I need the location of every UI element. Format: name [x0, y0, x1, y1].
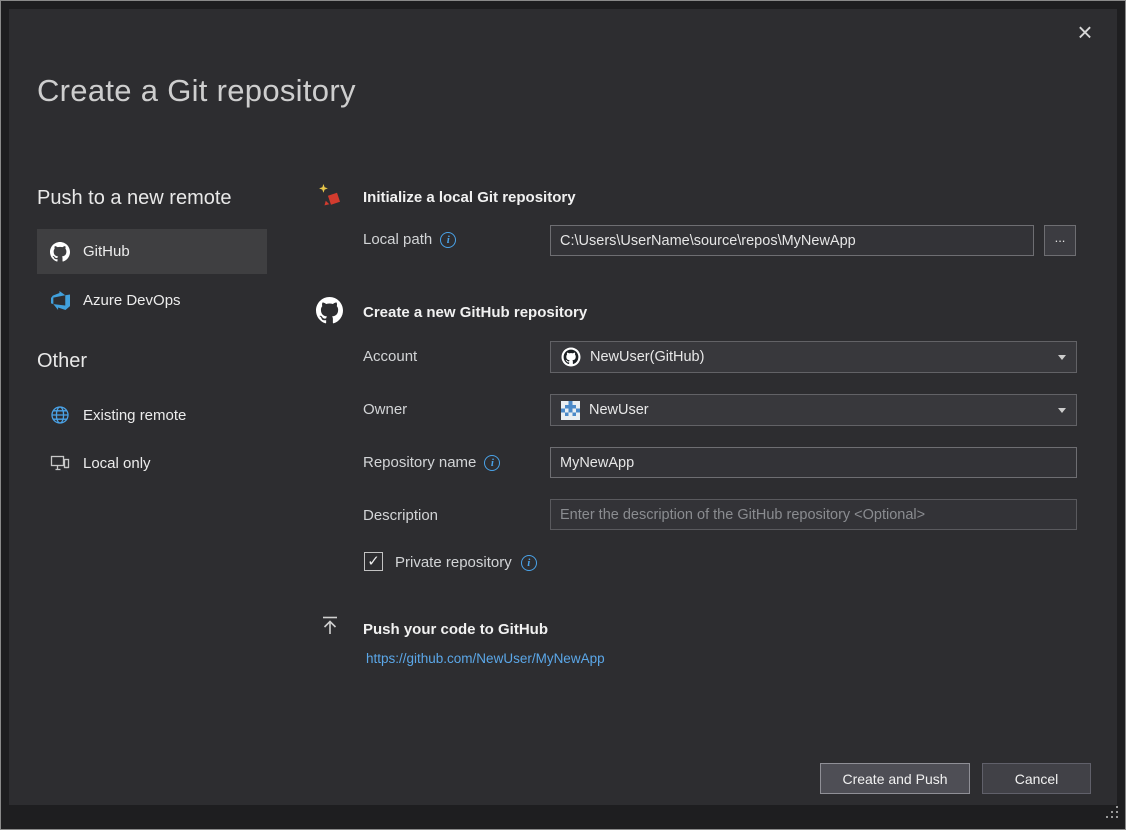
sidebar-item-label: Existing remote	[83, 407, 186, 424]
github-icon	[49, 242, 71, 262]
upload-icon	[319, 614, 341, 636]
local-path-label-text: Local path	[363, 231, 432, 248]
owner-label-text: Owner	[363, 401, 407, 418]
sidebar-item-existing-remote[interactable]: Existing remote	[37, 394, 267, 436]
resize-grip[interactable]	[1105, 805, 1120, 825]
create-and-push-button[interactable]: Create and Push	[820, 763, 970, 794]
init-section-title: Initialize a local Git repository	[363, 189, 576, 206]
private-repository-label: Private repository i	[395, 554, 537, 571]
account-label: Account	[363, 348, 417, 365]
repository-url-link[interactable]: https://github.com/NewUser/MyNewApp	[366, 651, 605, 666]
init-repo-icon	[317, 183, 342, 208]
chevron-down-icon	[1058, 355, 1066, 360]
github-section-title: Create a new GitHub repository	[363, 304, 587, 321]
info-icon-repository-name[interactable]: i	[484, 455, 500, 471]
sidebar-item-label: Local only	[83, 455, 151, 472]
sidebar-item-label: Azure DevOps	[83, 292, 181, 309]
description-input[interactable]	[550, 499, 1077, 530]
computer-icon	[49, 453, 71, 473]
github-avatar-icon	[561, 347, 581, 367]
page-title: Create a Git repository	[37, 73, 356, 109]
info-icon-private-repository[interactable]: i	[521, 555, 537, 571]
sidebar-item-label: GitHub	[83, 243, 130, 260]
private-repository-label-text: Private repository	[395, 554, 512, 571]
private-repository-checkbox[interactable]: ✓	[364, 552, 383, 571]
cancel-button[interactable]: Cancel	[982, 763, 1091, 794]
sidebar-heading-other: Other	[37, 350, 87, 373]
close-button[interactable]: ×	[1067, 15, 1103, 49]
browse-button[interactable]: ...	[1044, 225, 1076, 256]
info-icon-local-path[interactable]: i	[440, 232, 456, 248]
globe-icon	[49, 405, 71, 425]
sidebar-item-github[interactable]: GitHub	[37, 229, 267, 274]
push-section-title: Push your code to GitHub	[363, 621, 548, 638]
owner-dropdown[interactable]: NewUser	[550, 394, 1077, 426]
description-label: Description	[363, 507, 438, 524]
chevron-down-icon	[1058, 408, 1066, 413]
repository-name-label: Repository name i	[363, 454, 500, 471]
description-label-text: Description	[363, 507, 438, 524]
repository-name-input[interactable]	[550, 447, 1077, 478]
local-path-label: Local path i	[363, 231, 456, 248]
sidebar-heading-push-to-new-remote: Push to a new remote	[37, 187, 232, 210]
check-icon: ✓	[367, 554, 380, 569]
azure-devops-icon	[49, 291, 71, 310]
sidebar-item-azure-devops[interactable]: Azure DevOps	[37, 278, 267, 323]
account-value: NewUser(GitHub)	[590, 349, 704, 365]
owner-label: Owner	[363, 401, 407, 418]
create-git-repository-dialog: × Create a Git repository Push to a new …	[0, 0, 1126, 830]
account-label-text: Account	[363, 348, 417, 365]
repository-name-label-text: Repository name	[363, 454, 476, 471]
owner-value: NewUser	[589, 402, 649, 418]
account-dropdown[interactable]: NewUser(GitHub)	[550, 341, 1077, 373]
owner-identicon-avatar	[561, 401, 580, 420]
sidebar-item-local-only[interactable]: Local only	[37, 442, 267, 484]
github-icon	[316, 297, 343, 324]
local-path-input[interactable]	[550, 225, 1034, 256]
